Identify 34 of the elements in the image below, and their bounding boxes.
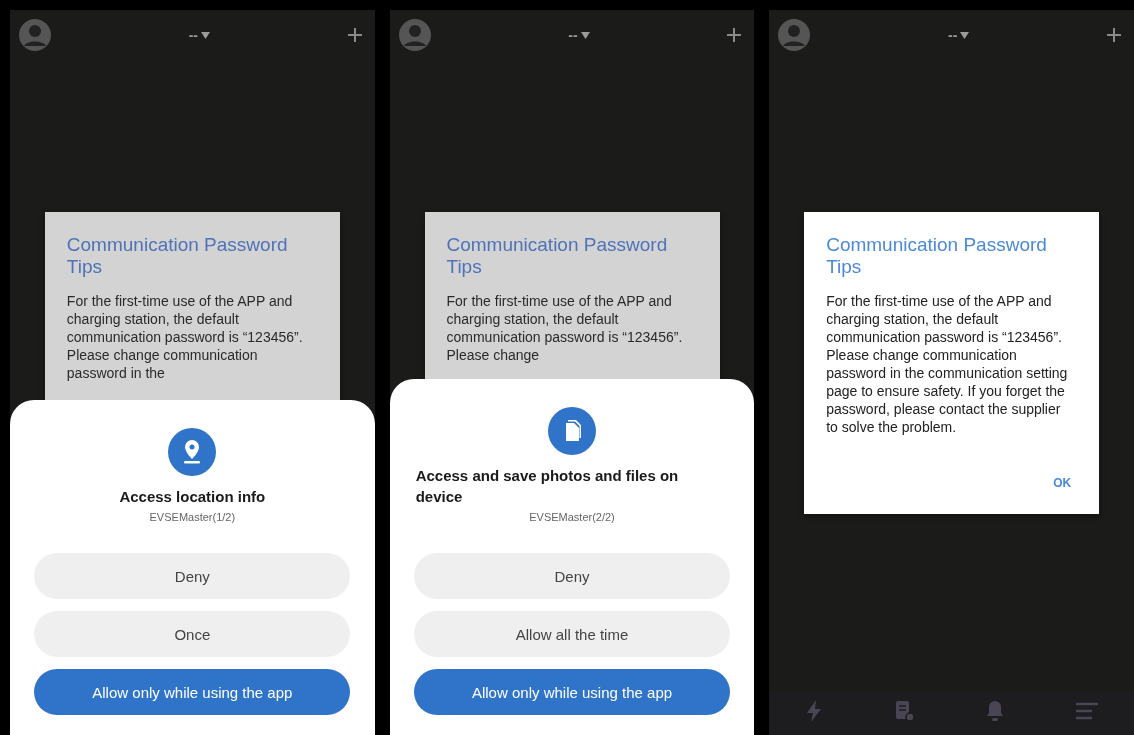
dialog-title: Communication Password Tips [66,234,289,278]
bell-icon[interactable] [985,700,1006,722]
permission-option-button[interactable]: Deny [414,553,730,599]
dialog-title: Communication Password Tips [446,234,669,278]
avatar-icon[interactable] [777,18,812,52]
location-pin-icon [168,428,217,476]
add-icon[interactable] [346,27,363,43]
permission-option-button[interactable]: Deny [34,553,351,599]
dialog-message: For the first-time use of the APP and charging station, the default communication password is “123456”. Please change communication password in the communication setting page to ensure safety. If you forget the password, please contact the supplier to solve the problem. [826,292,1069,436]
permission-title: Access location info [119,487,266,507]
dialog-message: For the first-time use of the APP and charging station, the default communication password is “123456”. Please change communication password in the [66,292,304,382]
document-icon[interactable] [893,700,916,722]
device-selector-title[interactable]: -- [188,27,198,43]
caret-icon [201,31,210,39]
avatar-icon[interactable] [18,18,52,52]
files-icon [548,407,596,455]
dialog-message: For the first-time use of the APP and charging station, the default communication password is “123456”. Please change [446,292,684,364]
permission-option-button[interactable]: Allow only while using the app [414,669,730,715]
app-name: EVSEMaster(1/2) [149,511,236,523]
permission-option-button[interactable]: Allow only while using the app [34,669,351,715]
caret-icon [960,31,970,39]
permission-option-button[interactable]: Allow all the time [414,611,730,657]
device-selector-title[interactable]: -- [568,27,578,43]
caret-icon [580,31,590,39]
ok-button[interactable]: OK [1049,472,1076,494]
device-selector-title[interactable]: -- [948,27,958,43]
add-icon[interactable] [1106,27,1122,43]
avatar-icon[interactable] [397,18,432,52]
permission-option-button[interactable]: Once [34,611,351,657]
permission-title: Access and save photos and files on device [415,466,680,507]
app-name: EVSEMaster(2/2) [529,511,615,523]
dialog-title: Communication Password Tips [826,234,1048,278]
menu-icon[interactable] [1075,701,1100,721]
add-icon[interactable] [726,27,743,43]
